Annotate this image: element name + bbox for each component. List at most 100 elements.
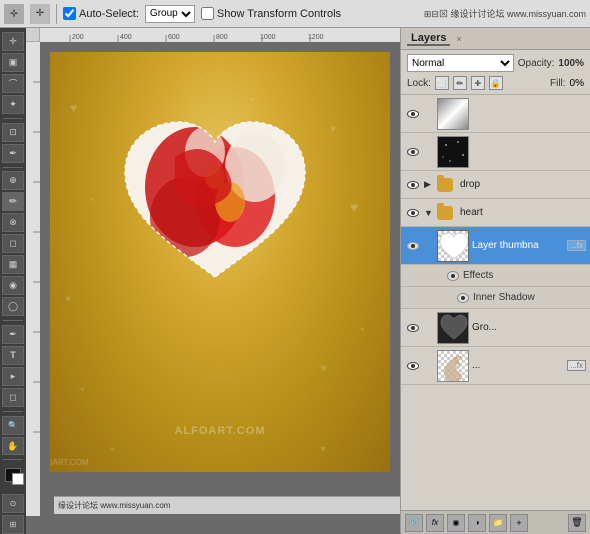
opacity-label: Opacity: [518,58,555,69]
layer-eye-stars[interactable] [405,144,421,160]
crop-tool-btn[interactable]: ⊡ [2,123,24,142]
ps-app-icon: ⊹ [4,4,24,24]
toolbar-right-icons: ⊞⊟⊠ 缘设计讨论坛 www.missyuan.com [424,7,586,20]
svg-text:800: 800 [216,34,228,41]
auto-select-dropdown[interactable]: Group [145,5,195,23]
inner-shadow-eye[interactable] [457,293,469,303]
screen-mode-btn[interactable]: ⊞ [2,515,24,534]
layers-tab[interactable]: Layers [407,32,450,46]
effects-eye[interactable] [447,271,459,281]
layer-fx-btn[interactable]: fx [426,514,444,532]
layer-new-btn[interactable]: + [510,514,528,532]
eraser-tool-btn[interactable]: ◻ [2,234,24,253]
layer-eye-heart-white[interactable] [405,238,421,254]
layer-delete-btn[interactable]: 🗑 [568,514,586,532]
shape-tool-btn[interactable]: ◻ [2,388,24,407]
layer-item-heart-white[interactable]: Layer thumbna ...fx [401,227,590,265]
lock-all-btn[interactable]: 🔒 [489,76,503,90]
tools-panel: ✛ ▣ ⌒ ✦ ⊡ ✒ ⊕ ✏ ⊗ ◻ ▦ ◉ ◯ ✒ T ▸ ◻ 🔍 ✋ ⊙ … [0,28,26,534]
group-heart-name: heart [460,207,586,218]
layer-group-btn[interactable]: 📁 [489,514,507,532]
move-tool-btn[interactable]: ✛ [2,32,24,51]
layer-thumb-gradient [437,98,469,130]
top-toolbar: ⊹ ✛ Auto-Select: Group Show Transform Co… [0,0,590,28]
ruler-horizontal: 200 400 600 800 1000 1200 [40,28,400,42]
svg-text:♥: ♥ [360,325,365,334]
layer-thumb-stars [437,136,469,168]
svg-text:♥: ♥ [70,101,77,115]
layer-eye-gradient[interactable] [405,106,421,122]
hand-tool-btn[interactable]: ✋ [2,437,24,456]
auto-select-checkbox[interactable] [63,7,76,20]
svg-text:♥: ♥ [110,445,115,454]
layer-thumb-heart-white [437,230,469,262]
svg-text:♥: ♥ [250,95,255,104]
layer-link-btn[interactable]: 🔗 [405,514,423,532]
svg-text:1200: 1200 [308,34,324,41]
move-tool-active[interactable]: ✛ [30,4,50,24]
layer-fx-heart-white: ...fx [567,240,586,251]
group-drop-folder-icon [437,178,453,192]
layers-panel: Layers × Normal Opacity: 100% Lock: ⬜ ✏ … [400,28,590,534]
layer-item-stars[interactable] [401,133,590,171]
type-tool-btn[interactable]: T [2,346,24,365]
svg-text:♥: ♥ [350,199,358,215]
canvas-status-bar: 缘设计论坛 www.missyuan.com [54,496,400,514]
layer-adjustment-btn[interactable]: ◑ [468,514,486,532]
dodge-tool-btn[interactable]: ◯ [2,297,24,316]
watermark: ALFOART.COM [174,425,265,437]
svg-text:♥: ♥ [90,195,95,204]
layer-item-gradient[interactable] [401,95,590,133]
canvas-content: ♥ ♥ ♥ ♥ ♥ ♥ ♥ ♥ ♥ ♥ ♥ ♥ [40,42,400,514]
layer-mask-btn[interactable]: ◉ [447,514,465,532]
layer-group-drop[interactable]: ▶ drop [401,171,590,199]
path-select-tool-btn[interactable]: ▸ [2,367,24,386]
pen-tool-btn[interactable]: ✒ [2,325,24,344]
svg-text:♥: ♥ [330,124,336,135]
gradient-tool-btn[interactable]: ▦ [2,255,24,274]
magic-wand-tool-btn[interactable]: ✦ [2,95,24,114]
auto-select-label: Auto-Select: [63,7,139,20]
marquee-tool-btn[interactable]: ▣ [2,53,24,72]
healing-tool-btn[interactable]: ⊕ [2,171,24,190]
layer-item-hands[interactable]: ... ...fx [401,347,590,385]
quick-mask-btn[interactable]: ⊙ [2,494,24,513]
layer-group-heart[interactable]: ▼ heart [401,199,590,227]
lock-label: Lock: [407,78,431,89]
brush-tool-btn[interactable]: ✏ [2,192,24,211]
layers-tab-bar: Layers × [401,28,590,50]
blur-tool-btn[interactable]: ◉ [2,276,24,295]
svg-text:♥: ♥ [320,361,327,375]
ruler-vertical [26,42,40,516]
layer-eye-heart-group[interactable] [405,205,421,221]
show-transform-checkbox[interactable] [201,7,214,20]
group-heart-arrow[interactable]: ▼ [424,208,434,218]
layer-eye-hands[interactable] [405,358,421,374]
layer-thumb-heart-black [437,312,469,344]
fg-color-btn[interactable] [5,468,21,482]
svg-text:1000: 1000 [260,34,276,41]
lock-paint-btn[interactable]: ✏ [453,76,467,90]
eyedropper-tool-btn[interactable]: ✒ [2,144,24,163]
lasso-tool-btn[interactable]: ⌒ [2,74,24,93]
watermark2: ALFOART.COM [50,458,88,467]
lock-transparent-btn[interactable]: ⬜ [435,76,449,90]
layer-eye-heart-black[interactable] [405,320,421,336]
main-area: ✛ ▣ ⌒ ✦ ⊡ ✒ ⊕ ✏ ⊗ ◻ ▦ ◉ ◯ ✒ T ▸ ◻ 🔍 ✋ ⊙ … [0,28,590,534]
zoom-tool-btn[interactable]: 🔍 [2,416,24,435]
lock-position-btn[interactable]: ✛ [471,76,485,90]
layer-item-heart-black[interactable]: Gro... [401,309,590,347]
layers-tab-close[interactable]: × [456,34,461,44]
group-drop-arrow[interactable]: ▶ [424,179,434,190]
fill-label: Fill: [550,78,566,89]
fill-value: 0% [570,78,584,89]
layer-name-heart-white: Layer thumbna [472,240,564,251]
effects-header-text: Effects [463,270,493,281]
ruler-corner [26,28,40,42]
layer-eye-drop[interactable] [405,177,421,193]
canvas-area: ove_final.psd @ 25% (Layer 4 copy, RGB/8… [26,28,400,534]
layer-thumb-hands [437,350,469,382]
layer-name-hands: ... [472,360,564,371]
blend-mode-select[interactable]: Normal [407,54,514,72]
clone-stamp-tool-btn[interactable]: ⊗ [2,213,24,232]
